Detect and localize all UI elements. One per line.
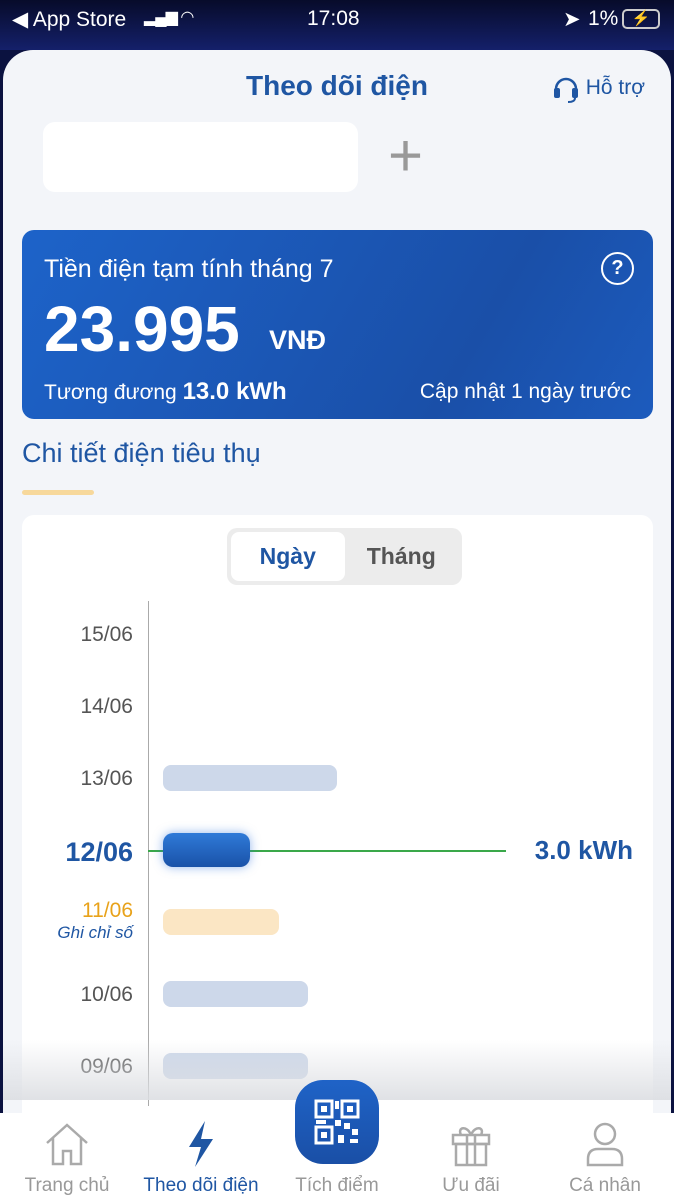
support-label: Hỗ trợ: [585, 76, 645, 99]
chart-row[interactable]: 14/06: [22, 687, 653, 727]
location-icon: ➤: [563, 8, 581, 31]
reading-note: Ghi chỉ số: [57, 923, 133, 942]
support-button[interactable]: Hỗ trợ: [552, 73, 645, 103]
chart-row[interactable]: 13/06: [22, 759, 653, 799]
equivalent-kwh: Tương đương 13.0 kWh: [44, 378, 287, 406]
date-label: 13/06: [80, 767, 133, 790]
tab-label: Cá nhân: [569, 1175, 641, 1196]
estimate-label: Tiền điện tạm tính tháng 7: [44, 255, 334, 283]
signal-icon: ▂▄▆ ◠: [144, 9, 194, 26]
chart-row[interactable]: 12/06 3.0 kWh: [22, 831, 653, 871]
bolt-icon: [189, 1121, 213, 1167]
back-to-app-store[interactable]: ◀ App Store: [12, 7, 126, 32]
status-bar: ◀ App Store ▂▄▆ ◠ 17:08 ➤ 1% ⚡: [0, 0, 674, 50]
date-label: 14/06: [80, 695, 133, 718]
chart-bar[interactable]: [163, 981, 308, 1007]
gift-icon: [451, 1127, 491, 1167]
currency: VNĐ: [269, 325, 327, 355]
help-icon[interactable]: ?: [601, 252, 634, 285]
tab-label: Trang chủ: [24, 1175, 110, 1196]
main-sheet: Theo dõi điện Hỗ trợ + Tiền điện tạm tín…: [3, 50, 671, 1200]
chart-bar[interactable]: [163, 833, 250, 867]
tab-offers[interactable]: Ưu đãi: [404, 1113, 538, 1197]
estimate-amount: 23.995: [44, 293, 240, 365]
account-selector[interactable]: [43, 122, 358, 192]
section-underline: [22, 490, 94, 495]
date-label: 11/06: [82, 899, 133, 922]
chart-bar[interactable]: [163, 909, 279, 935]
date-label: 15/06: [80, 623, 133, 646]
updated-text: Cập nhật 1 ngày trước: [419, 380, 631, 403]
equiv-value: 13.0 kWh: [182, 378, 287, 405]
bill-estimate-card: Tiền điện tạm tính tháng 7 ? 23.995 VNĐ …: [22, 230, 653, 419]
selected-value-label: 3.0 kWh: [534, 835, 633, 865]
chart-row[interactable]: Ghi chỉ số 11/06: [22, 899, 653, 943]
tab-month[interactable]: Tháng: [345, 532, 459, 581]
period-toggle: Ngày Tháng: [227, 528, 462, 585]
tab-label: Theo dõi điện: [143, 1175, 259, 1196]
chart-row[interactable]: 15/06: [22, 615, 653, 655]
date-label: 12/06: [65, 837, 133, 867]
tab-day[interactable]: Ngày: [231, 532, 345, 581]
date-label: 10/06: [80, 983, 133, 1006]
section-title: Chi tiết điện tiêu thụ: [22, 438, 261, 468]
tab-profile[interactable]: Cá nhân: [538, 1113, 672, 1197]
tab-home[interactable]: Trang chủ: [0, 1113, 134, 1197]
user-icon: [586, 1122, 624, 1167]
qr-scan-button[interactable]: [295, 1080, 379, 1164]
clock: 17:08: [307, 7, 360, 30]
headset-icon: [553, 77, 578, 103]
tab-label: Ưu đãi: [442, 1175, 500, 1196]
battery-percent: 1%: [588, 7, 619, 30]
battery-charging-icon: ⚡: [622, 9, 660, 29]
tab-electricity[interactable]: Theo dõi điện: [134, 1113, 268, 1197]
chart-row[interactable]: 10/06: [22, 975, 653, 1015]
tab-label: Tích điểm: [295, 1175, 379, 1196]
equiv-label: Tương đương: [44, 381, 177, 404]
home-icon: [46, 1123, 88, 1166]
qr-code-icon: [314, 1099, 360, 1145]
add-account-button[interactable]: +: [388, 116, 423, 196]
chart-bar[interactable]: [163, 765, 337, 791]
